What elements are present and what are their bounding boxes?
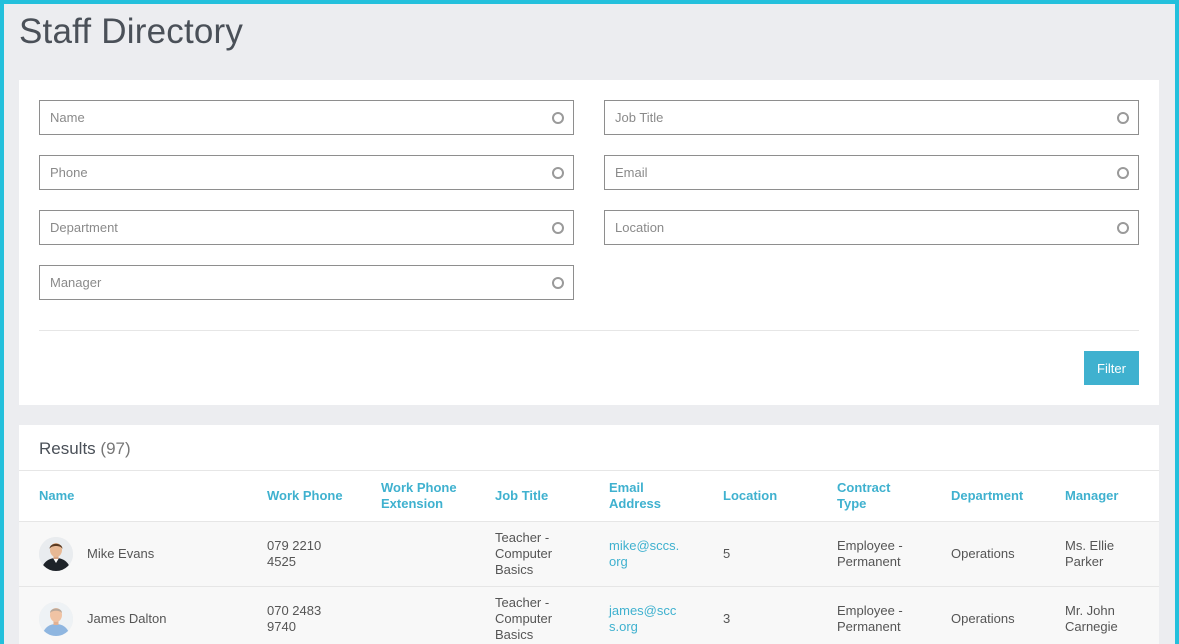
column-header-manager[interactable]: Manager: [1065, 471, 1155, 521]
cell-location: 5: [723, 546, 731, 561]
filter-button[interactable]: Filter: [1084, 351, 1139, 385]
cell-work-phone: 079 2210 4525: [267, 538, 322, 569]
column-header-work-phone-extension[interactable]: Work Phone Extension: [381, 471, 481, 521]
cell-email-link[interactable]: mike@sccs.org: [609, 522, 683, 586]
name-input[interactable]: [40, 101, 573, 134]
cell-work-phone: 070 2483 9740: [267, 603, 322, 634]
cell-manager: Ms. Ellie Parker: [1065, 538, 1115, 569]
avatar: [39, 537, 73, 571]
department-input[interactable]: [40, 211, 573, 244]
column-header-work-phone[interactable]: Work Phone: [267, 471, 367, 521]
cell-contract-type: Employee - Permanent: [837, 538, 903, 569]
table-row[interactable]: Mike Evans 079 2210 4525 Teacher - Compu…: [19, 522, 1159, 587]
column-header-email-address[interactable]: Email Address: [609, 471, 679, 521]
location-input[interactable]: [605, 211, 1138, 244]
cell-department: Operations: [951, 546, 1015, 561]
column-header-department[interactable]: Department: [951, 471, 1051, 521]
page-title: Staff Directory: [19, 12, 244, 51]
department-field[interactable]: [39, 210, 574, 245]
column-header-contract-type[interactable]: Contract Type: [837, 471, 907, 521]
cell-location: 3: [723, 611, 731, 626]
results-label: Results: [39, 439, 96, 458]
circle-icon: [1117, 112, 1129, 124]
cell-manager: Mr. John Carnegie: [1065, 603, 1118, 634]
cell-job-title: Teacher - Computer Basics: [495, 530, 553, 577]
app-frame: Staff Directory F: [0, 0, 1179, 644]
cell-work-phone-extension: [381, 522, 481, 586]
column-header-name[interactable]: Name: [39, 471, 239, 521]
cell-work-phone-extension: [381, 587, 481, 644]
table-row[interactable]: James Dalton 070 2483 9740 Teacher - Com…: [19, 587, 1159, 644]
avatar: [39, 602, 73, 636]
cell-job-title: Teacher - Computer Basics: [495, 595, 553, 642]
circle-icon: [1117, 167, 1129, 179]
person-avatar-icon: [39, 537, 73, 571]
person-avatar-icon: [39, 602, 73, 636]
results-title: Results (97): [39, 439, 131, 459]
phone-field[interactable]: [39, 155, 574, 190]
cell-department: Operations: [951, 611, 1015, 626]
cell-contract-type: Employee - Permanent: [837, 603, 903, 634]
job-title-input[interactable]: [605, 101, 1138, 134]
name-field[interactable]: [39, 100, 574, 135]
circle-icon: [552, 222, 564, 234]
phone-input[interactable]: [40, 156, 573, 189]
location-field[interactable]: [604, 210, 1139, 245]
column-header-location[interactable]: Location: [723, 471, 823, 521]
email-input[interactable]: [605, 156, 1138, 189]
table-header: Name Work Phone Work Phone Extension Job…: [19, 470, 1159, 522]
divider: [39, 330, 1139, 331]
manager-field[interactable]: [39, 265, 574, 300]
filter-panel: Filter: [19, 80, 1159, 405]
circle-icon: [1117, 222, 1129, 234]
cell-name: James Dalton: [87, 611, 167, 626]
cell-name: Mike Evans: [87, 546, 155, 561]
cell-email-link[interactable]: james@sccs.org: [609, 587, 683, 644]
circle-icon: [552, 277, 564, 289]
circle-icon: [552, 167, 564, 179]
results-count: (97): [100, 439, 131, 458]
column-header-job-title[interactable]: Job Title: [495, 471, 595, 521]
circle-icon: [552, 112, 564, 124]
manager-input[interactable]: [40, 266, 573, 299]
job-title-field[interactable]: [604, 100, 1139, 135]
results-panel: Results (97) Name Work Phone Work Phone …: [19, 425, 1159, 644]
email-field[interactable]: [604, 155, 1139, 190]
